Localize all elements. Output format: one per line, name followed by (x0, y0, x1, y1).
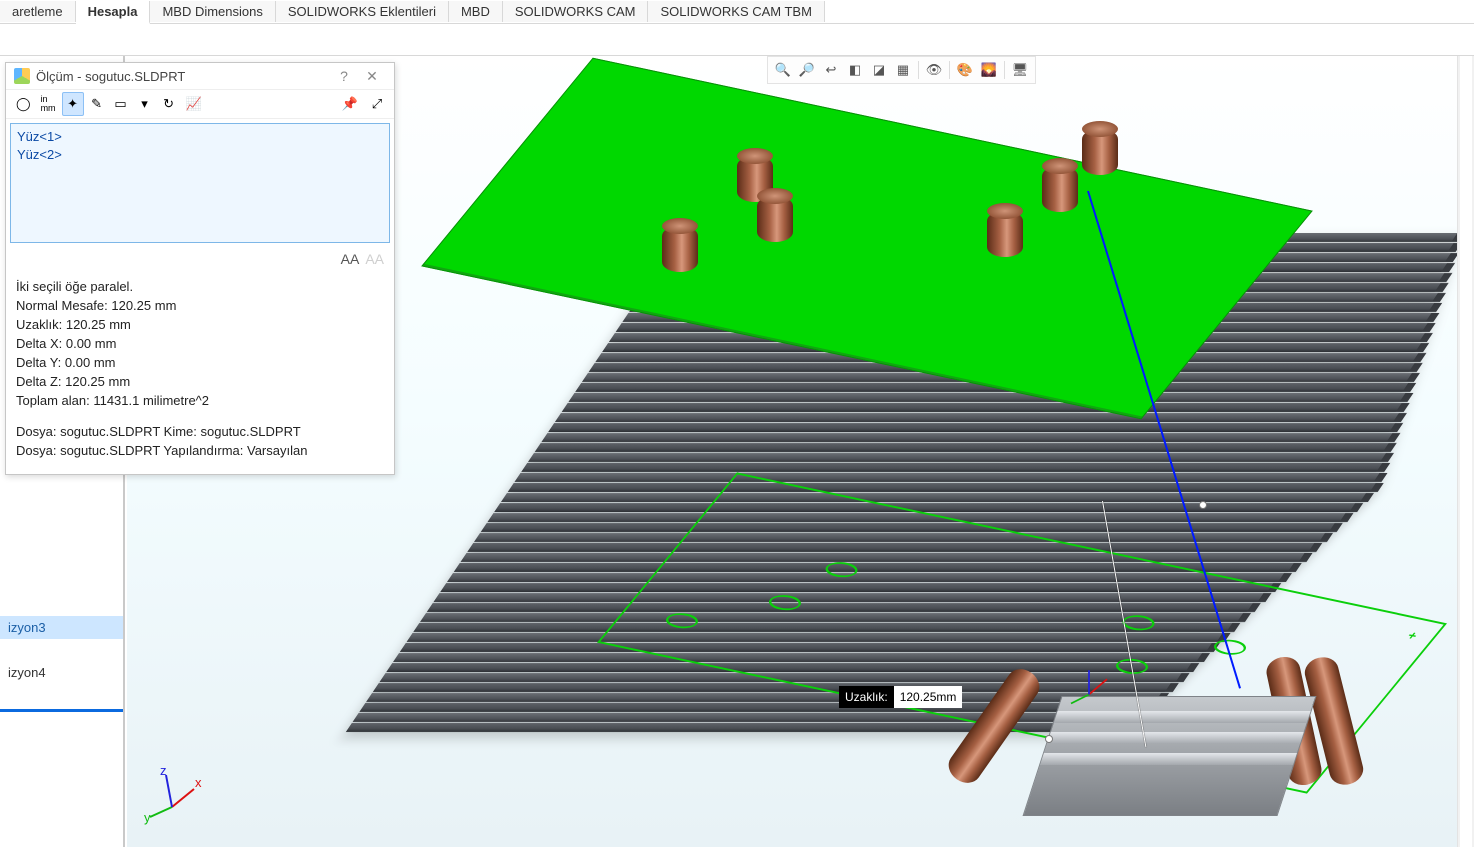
separator (1004, 61, 1005, 79)
orientation-triad[interactable]: x y z (142, 767, 202, 827)
selection-item[interactable]: Yüz<2> (17, 146, 383, 164)
zoom-area-icon[interactable]: 🔎 (798, 61, 816, 79)
units-icon[interactable]: in mm (37, 92, 60, 116)
projected-icon[interactable]: ▭ (110, 92, 132, 116)
solidworks-icon (14, 68, 30, 84)
heatpipe-stub (987, 211, 1023, 257)
tab-aretleme[interactable]: aretleme (0, 1, 76, 22)
tab-hesapla[interactable]: Hesapla (76, 1, 151, 24)
font-size-controls: AA AA (6, 247, 394, 271)
tab-sw-cam[interactable]: SOLIDWORKS CAM (503, 1, 649, 22)
annotation-label: Uzaklık: (839, 686, 894, 708)
sketch-marker: + (1404, 628, 1422, 642)
result-dz: Delta Z: 120.25 mm (16, 372, 384, 391)
view-toolbar: 🔍 🔎 ↩︎ ◧ ◪ ▦ 👁 🎨 🌄 🖥 (767, 56, 1036, 84)
view-orient-icon[interactable]: ◪ (870, 61, 888, 79)
scrollbar-thumb[interactable] (1460, 56, 1472, 847)
selection-item[interactable]: Yüz<1> (17, 128, 383, 146)
measure-endpoint (1045, 735, 1053, 743)
tab-mbd-dimensions[interactable]: MBD Dimensions (150, 1, 275, 22)
base-ridge (1047, 732, 1304, 744)
measure-dialog[interactable]: Ölçüm - sogutuc.SLDPRT ? ✕ ◯ in mm ✦ ✎ ▭… (5, 62, 395, 475)
font-bigger-button[interactable]: AA (341, 251, 360, 267)
heatsink-model: + (487, 101, 1407, 826)
pin-icon[interactable]: 📌 (338, 92, 362, 116)
ribbon-tabs: aretleme Hesapla MBD Dimensions SOLIDWOR… (0, 0, 1474, 24)
annotation-value: 120.25mm (894, 686, 963, 708)
sensor-icon[interactable]: 📈 (182, 92, 206, 116)
config-item-izyon4[interactable]: izyon4 (0, 661, 123, 684)
tab-sw-cam-tbm[interactable]: SOLIDWORKS CAM TBM (648, 1, 824, 22)
arc-mode-icon[interactable]: ◯ (12, 92, 35, 116)
result-distance: Uzaklık: 120.25 mm (16, 315, 384, 334)
result-normal-distance: Normal Mesafe: 120.25 mm (16, 296, 384, 315)
section-view-icon[interactable]: ◧ (846, 61, 864, 79)
display-style-icon[interactable]: ▦ (894, 61, 912, 79)
svg-text:y: y (144, 810, 151, 825)
measure-results: İki seçili öğe paralel. Normal Mesafe: 1… (6, 271, 394, 474)
panel-divider (0, 709, 123, 712)
hide-show-icon[interactable]: 👁 (925, 61, 943, 79)
point-icon[interactable]: ✎ (86, 92, 108, 116)
tab-sw-eklentileri[interactable]: SOLIDWORKS Eklentileri (276, 1, 449, 22)
result-area: Toplam alan: 11431.1 milimetre^2 (16, 391, 384, 410)
heatpipe-stub (662, 226, 698, 272)
result-dx: Delta X: 0.00 mm (16, 334, 384, 353)
history-icon[interactable]: ↻ (158, 92, 180, 116)
expand-icon[interactable]: ⤢ (366, 92, 388, 116)
separator (949, 61, 950, 79)
svg-text:x: x (195, 775, 202, 790)
result-parallel: İki seçili öğe paralel. (16, 277, 384, 296)
result-dy: Delta Y: 0.00 mm (16, 353, 384, 372)
selection-list[interactable]: Yüz<1> Yüz<2> (10, 123, 390, 243)
heatpipe-stub (1082, 129, 1118, 175)
config-item-izyon3[interactable]: izyon3 (0, 616, 123, 639)
dialog-titlebar[interactable]: Ölçüm - sogutuc.SLDPRT ? ✕ (6, 63, 394, 89)
tab-mbd[interactable]: MBD (449, 1, 503, 22)
xyz-icon[interactable]: ✦ (62, 92, 84, 116)
prev-view-icon[interactable]: ↩︎ (822, 61, 840, 79)
ribbon-body (0, 24, 1474, 56)
font-smaller-button[interactable]: AA (365, 251, 384, 267)
result-file1: Dosya: sogutuc.SLDPRT Kime: sogutuc.SLDP… (16, 422, 384, 441)
heatpipe-stub (757, 196, 793, 242)
result-file2: Dosya: sogutuc.SLDPRT Yapılandırma: Vars… (16, 441, 384, 460)
dialog-title: Ölçüm - sogutuc.SLDPRT (36, 69, 185, 84)
heatpipe-stub (1042, 166, 1078, 212)
close-button[interactable]: ✕ (358, 68, 386, 85)
vertical-scrollbar[interactable] (1457, 56, 1474, 847)
edit-appearance-icon[interactable]: 🎨 (956, 61, 974, 79)
view-settings-icon[interactable]: 🖥 (1011, 61, 1029, 79)
base-ridge (1040, 753, 1297, 765)
help-button[interactable]: ? (330, 68, 358, 84)
dropdown-icon[interactable]: ▾ (134, 92, 156, 116)
svg-text:z: z (160, 767, 167, 778)
distance-annotation: Uzaklık: 120.25mm (839, 686, 962, 708)
separator (918, 61, 919, 79)
zoom-to-fit-icon[interactable]: 🔍 (774, 61, 792, 79)
measure-toolbar: ◯ in mm ✦ ✎ ▭ ▾ ↻ 📈 📌 ⤢ (6, 89, 394, 119)
apply-scene-icon[interactable]: 🌄 (980, 61, 998, 79)
origin-triad[interactable] (1062, 663, 1116, 717)
measure-endpoint (1199, 501, 1207, 509)
